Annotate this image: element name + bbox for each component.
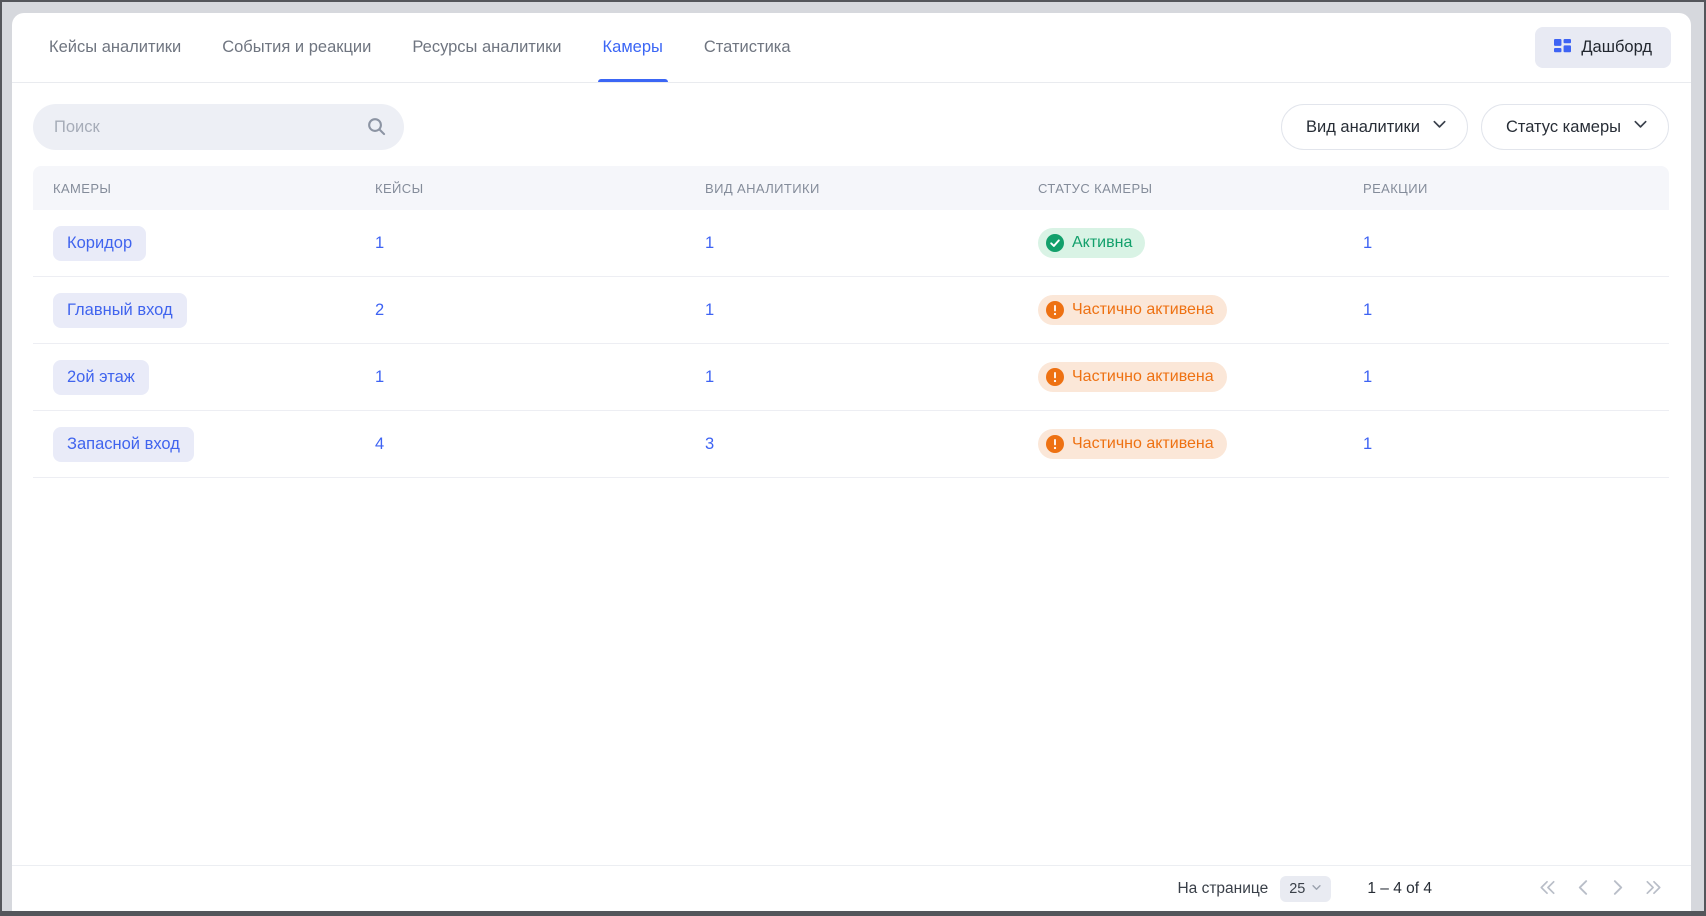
status-badge: Частично активена xyxy=(1038,362,1227,392)
table-empty-space xyxy=(12,478,1691,865)
tab-list: Кейсы аналитики События и реакции Ресурс… xyxy=(49,13,791,82)
search-box xyxy=(33,104,404,150)
analytics-count-link[interactable]: 1 xyxy=(705,301,714,319)
reactions-count-link[interactable]: 1 xyxy=(1363,301,1372,319)
dashboard-button[interactable]: Дашборд xyxy=(1535,27,1671,68)
dashboard-grid-icon xyxy=(1554,39,1571,56)
app-window: Кейсы аналитики События и реакции Ресурс… xyxy=(0,0,1706,916)
status-badge-label: Частично активена xyxy=(1072,368,1214,386)
table-row: Главный вход 2 1 Частично активена 1 xyxy=(33,277,1669,344)
table-row: Коридор 1 1 Активна 1 xyxy=(33,210,1669,277)
filter-analytics-type[interactable]: Вид аналитики xyxy=(1281,104,1468,150)
filter-camera-status[interactable]: Статус камеры xyxy=(1481,104,1669,150)
chevron-down-icon xyxy=(1633,117,1648,137)
column-header-analytics-type: ВИД АНАЛИТИКИ xyxy=(705,181,1038,196)
check-circle-icon xyxy=(1046,234,1064,252)
camera-name-pill[interactable]: 2ой этаж xyxy=(53,360,149,395)
tab-events-reactions[interactable]: События и реакции xyxy=(222,13,371,82)
table-header-row: КАМЕРЫ КЕЙСЫ ВИД АНАЛИТИКИ СТАТУС КАМЕРЫ… xyxy=(33,166,1669,210)
prev-page-button[interactable] xyxy=(1574,877,1593,901)
cameras-table: КАМЕРЫ КЕЙСЫ ВИД АНАЛИТИКИ СТАТУС КАМЕРЫ… xyxy=(33,166,1669,478)
toolbar: Вид аналитики Статус камеры xyxy=(12,83,1691,166)
chevron-down-icon xyxy=(1432,117,1447,137)
next-page-button[interactable] xyxy=(1608,877,1627,901)
analytics-count-link[interactable]: 1 xyxy=(705,368,714,386)
column-header-cameras: КАМЕРЫ xyxy=(33,181,375,196)
camera-name-pill[interactable]: Главный вход xyxy=(53,293,187,328)
status-badge: Частично активена xyxy=(1038,295,1227,325)
double-chevron-left-icon xyxy=(1538,879,1557,899)
cases-count-link[interactable]: 2 xyxy=(375,301,384,319)
per-page-select[interactable]: 25 xyxy=(1280,876,1331,902)
last-page-button[interactable] xyxy=(1642,877,1665,901)
column-header-camera-status: СТАТУС КАМЕРЫ xyxy=(1038,181,1363,196)
filter-camera-status-label: Статус камеры xyxy=(1506,118,1621,137)
dashboard-button-label: Дашборд xyxy=(1581,38,1652,57)
filter-analytics-type-label: Вид аналитики xyxy=(1306,118,1420,137)
status-badge: Частично активена xyxy=(1038,429,1227,459)
status-badge-label: Активна xyxy=(1072,234,1132,252)
reactions-count-link[interactable]: 1 xyxy=(1363,435,1372,453)
status-badge-label: Частично активена xyxy=(1072,435,1214,453)
per-page-label: На странице xyxy=(1177,880,1268,898)
column-header-reactions: РЕАКЦИИ xyxy=(1363,181,1669,196)
tabs-bar: Кейсы аналитики События и реакции Ресурс… xyxy=(12,13,1691,83)
reactions-count-link[interactable]: 1 xyxy=(1363,234,1372,252)
pagination-footer: На странице 25 1 – 4 of 4 xyxy=(12,865,1691,911)
chevron-left-icon xyxy=(1576,879,1591,899)
status-badge: Активна xyxy=(1038,228,1145,258)
exclamation-circle-icon xyxy=(1046,368,1064,386)
exclamation-circle-icon xyxy=(1046,435,1064,453)
cases-count-link[interactable]: 1 xyxy=(375,234,384,252)
tab-cameras[interactable]: Камеры xyxy=(603,13,663,82)
double-chevron-right-icon xyxy=(1644,879,1663,899)
cases-count-link[interactable]: 4 xyxy=(375,435,384,453)
column-header-cases: КЕЙСЫ xyxy=(375,181,705,196)
tab-analytics-resources[interactable]: Ресурсы аналитики xyxy=(412,13,561,82)
table-row: Запасной вход 4 3 Частично активена 1 xyxy=(33,411,1669,478)
reactions-count-link[interactable]: 1 xyxy=(1363,368,1372,386)
chevron-down-icon xyxy=(1311,881,1322,897)
camera-name-pill[interactable]: Запасной вход xyxy=(53,427,194,462)
status-badge-label: Частично активена xyxy=(1072,301,1214,319)
filter-group: Вид аналитики Статус камеры xyxy=(1281,104,1669,150)
tab-analytics-cases[interactable]: Кейсы аналитики xyxy=(49,13,181,82)
exclamation-circle-icon xyxy=(1046,301,1064,319)
cases-count-link[interactable]: 1 xyxy=(375,368,384,386)
per-page-value: 25 xyxy=(1289,881,1305,897)
camera-name-pill[interactable]: Коридор xyxy=(53,226,146,261)
content-card: Кейсы аналитики События и реакции Ресурс… xyxy=(12,13,1691,911)
analytics-count-link[interactable]: 1 xyxy=(705,234,714,252)
search-input[interactable] xyxy=(33,104,404,150)
first-page-button[interactable] xyxy=(1536,877,1559,901)
pager-controls xyxy=(1536,877,1665,901)
pagination-range: 1 – 4 of 4 xyxy=(1367,880,1432,898)
chevron-right-icon xyxy=(1610,879,1625,899)
tab-statistics[interactable]: Статистика xyxy=(704,13,791,82)
analytics-count-link[interactable]: 3 xyxy=(705,435,714,453)
table-row: 2ой этаж 1 1 Частично активена 1 xyxy=(33,344,1669,411)
